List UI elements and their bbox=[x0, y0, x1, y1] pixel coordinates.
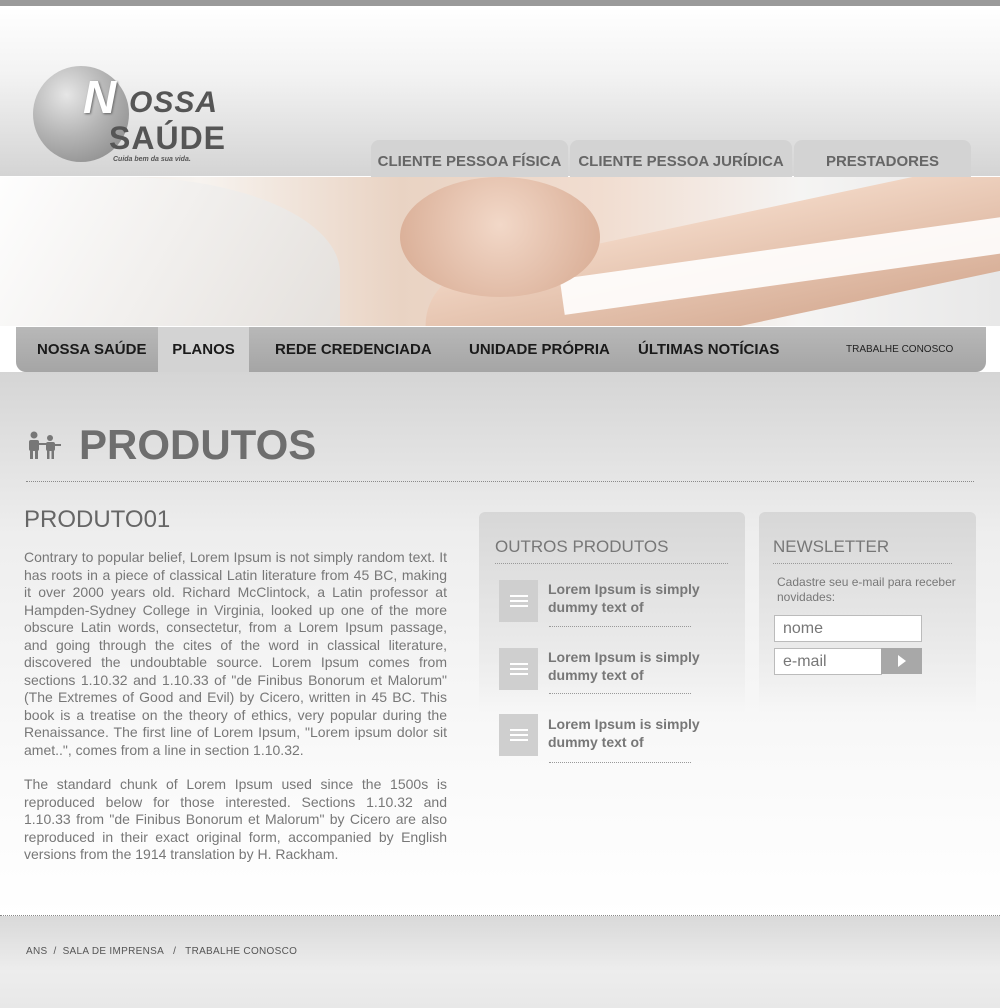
newsletter-email-input[interactable] bbox=[774, 648, 882, 675]
play-arrow-icon bbox=[897, 655, 906, 667]
document-icon[interactable] bbox=[499, 580, 538, 622]
other-product-divider-1 bbox=[549, 626, 691, 627]
tab-cliente-pessoa-juridica[interactable]: CLIENTE PESSOA JURÍDICA bbox=[570, 140, 792, 178]
title-divider bbox=[26, 481, 974, 482]
nav-item-nossa-saude[interactable]: NOSSA SAÚDE bbox=[37, 327, 146, 372]
other-product-divider-3 bbox=[549, 762, 691, 763]
nav-item-planos[interactable]: PLANOS bbox=[158, 327, 249, 372]
newsletter-title: NEWSLETTER bbox=[773, 537, 890, 556]
newsletter-name-input[interactable] bbox=[774, 615, 922, 642]
nav-link-trabalhe-conosco[interactable]: TRABALHE CONOSCO bbox=[846, 327, 953, 372]
footer bbox=[0, 916, 1000, 1008]
product-paragraph-1: Contrary to popular belief, Lorem Ipsum … bbox=[24, 549, 447, 758]
other-product-divider-2 bbox=[549, 693, 691, 694]
footer-link-ans[interactable]: ANS bbox=[26, 946, 47, 957]
newsletter-submit-button[interactable] bbox=[881, 648, 922, 674]
tab-prestadores[interactable]: PRESTADORES bbox=[794, 140, 971, 178]
footer-separator: / bbox=[53, 946, 57, 957]
hero-image bbox=[0, 177, 1000, 326]
footer-link-sala-de-imprensa[interactable]: SALA DE IMPRENSA bbox=[63, 946, 165, 957]
other-product-link-3[interactable]: Lorem Ipsum is simply dummy text of bbox=[548, 715, 708, 751]
product-title: PRODUTO01 bbox=[24, 506, 171, 533]
footer-separator: / bbox=[173, 946, 177, 957]
other-products-title: OUTROS PRODUTOS bbox=[495, 537, 669, 556]
nav-item-rede-credenciada[interactable]: REDE CREDENCIADA bbox=[275, 327, 432, 372]
tab-cliente-pessoa-fisica[interactable]: CLIENTE PESSOA FÍSICA bbox=[371, 140, 568, 178]
nav-item-unidade-propria[interactable]: UNIDADE PRÓPRIA bbox=[469, 327, 610, 372]
other-products-divider bbox=[495, 563, 728, 564]
footer-links: ANS / SALA DE IMPRENSA / TRABALHE CONOSCO bbox=[26, 946, 297, 957]
nav-item-ultimas-noticias[interactable]: ÚLTIMAS NOTÍCIAS bbox=[638, 327, 779, 372]
logo-word-2: SAÚDE bbox=[109, 120, 227, 156]
logo-tagline: Cuida bem da sua vida. bbox=[113, 156, 191, 163]
document-icon[interactable] bbox=[499, 714, 538, 756]
main-nav: NOSSA SAÚDE PLANOS REDE CREDENCIADA UNID… bbox=[16, 327, 986, 372]
product-paragraph-2: The standard chunk of Lorem Ipsum used s… bbox=[24, 776, 447, 862]
logo-word-1: OSSA bbox=[129, 86, 219, 119]
people-icon bbox=[29, 431, 61, 459]
newsletter-divider bbox=[773, 563, 952, 564]
logo[interactable]: N OSSA SAÚDE Cuida bem da sua vida. bbox=[33, 66, 227, 166]
other-product-link-1[interactable]: Lorem Ipsum is simply dummy text of bbox=[548, 580, 708, 616]
document-icon[interactable] bbox=[499, 648, 538, 690]
page-title: PRODUTOS bbox=[79, 421, 317, 468]
footer-link-trabalhe-conosco[interactable]: TRABALHE CONOSCO bbox=[185, 946, 297, 957]
newsletter-description: Cadastre seu e-mail para receber novidad… bbox=[777, 575, 956, 604]
other-product-link-2[interactable]: Lorem Ipsum is simply dummy text of bbox=[548, 648, 708, 684]
logo-letter: N bbox=[83, 71, 117, 123]
